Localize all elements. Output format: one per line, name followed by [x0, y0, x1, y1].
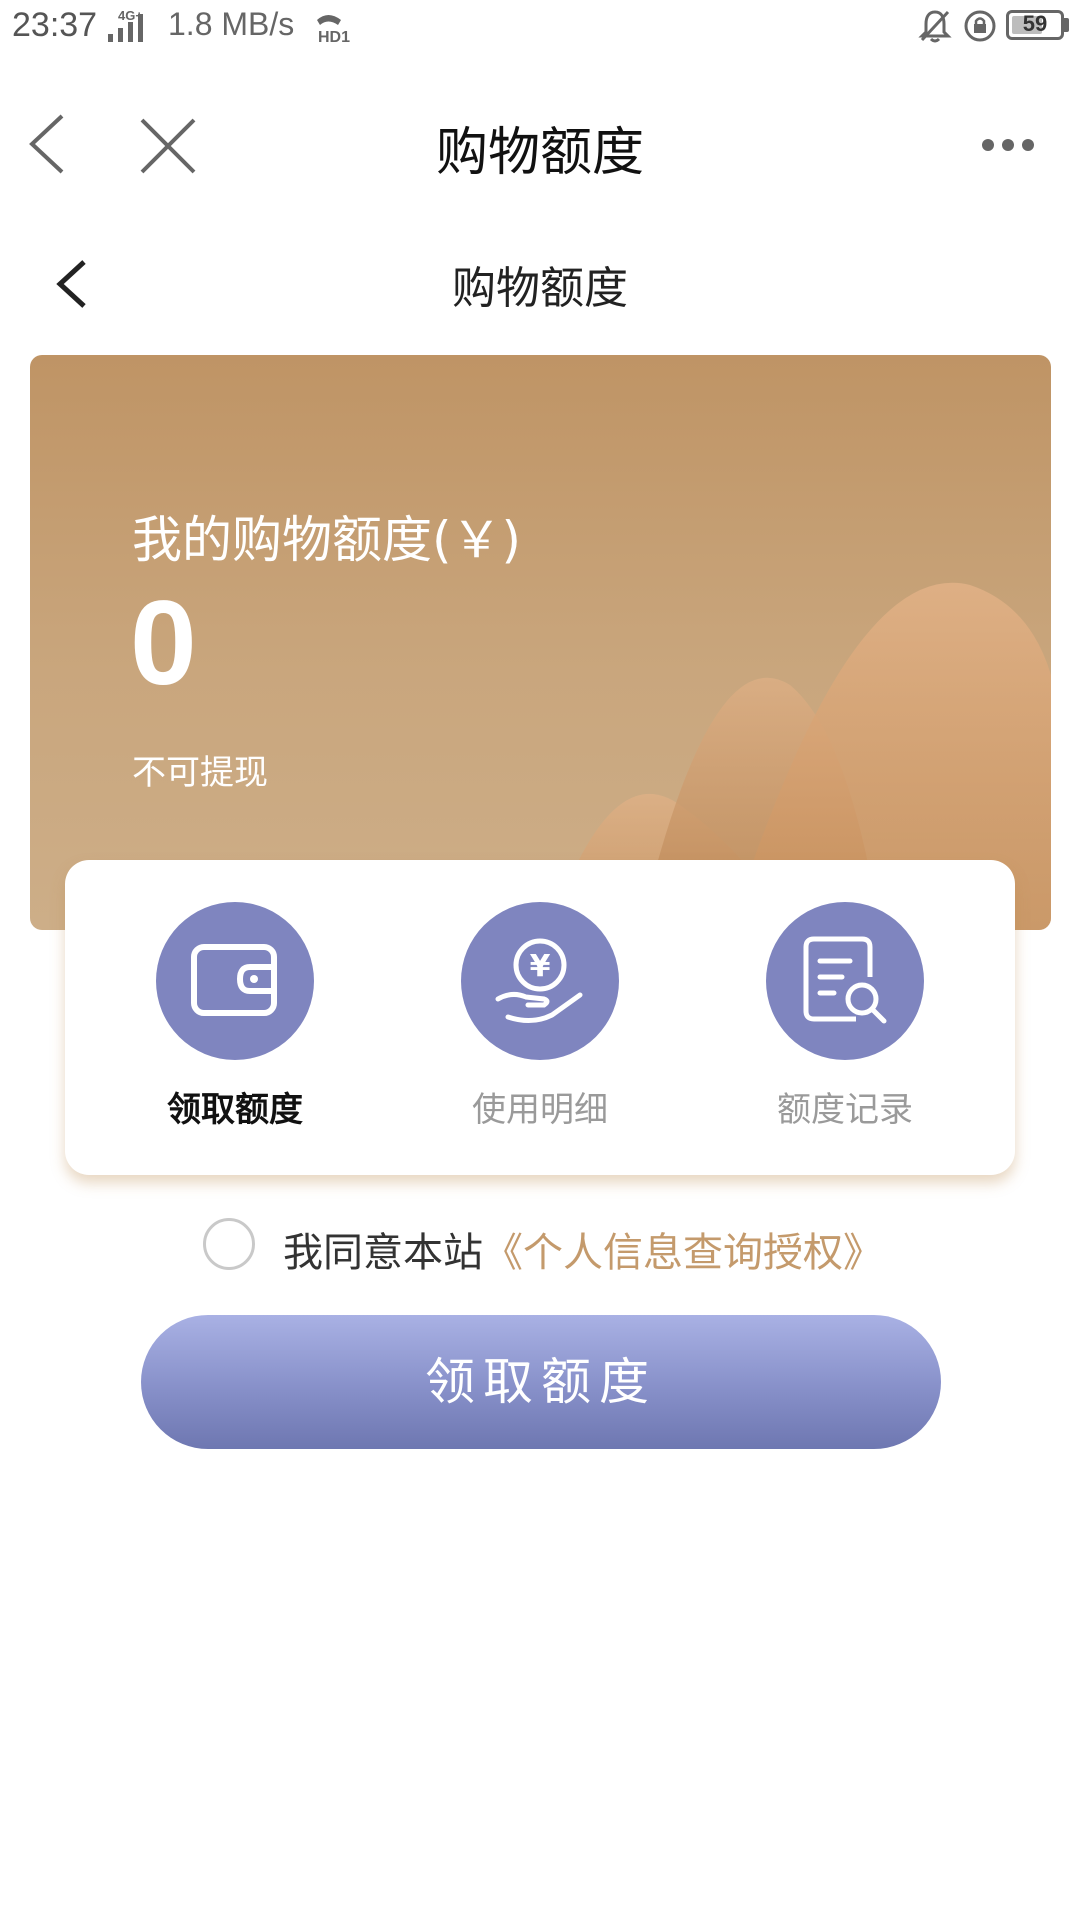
battery-icon: 59: [1006, 10, 1064, 40]
rotation-lock-icon: [962, 8, 998, 48]
wallet-icon: [156, 902, 314, 1060]
quota-record-action[interactable]: 额度记录: [745, 902, 945, 1131]
hd-label: HD1: [318, 29, 350, 44]
agreement-text: 我同意本站《个人信息查询授权》: [283, 1220, 883, 1278]
quota-value: 0: [130, 576, 197, 710]
quota-note: 不可提现: [132, 753, 268, 793]
quota-label: 我的购物额度(￥): [132, 511, 522, 569]
page-title: 购物额度: [452, 263, 628, 314]
more-icon[interactable]: [980, 137, 1036, 157]
battery-tip: [1064, 18, 1069, 32]
action-label: 额度记录: [777, 1090, 913, 1130]
hd-call-icon: HD1: [314, 10, 364, 48]
agreement-checkbox[interactable]: [203, 1218, 255, 1270]
document-search-icon: [766, 902, 924, 1060]
battery-level: 59: [1022, 11, 1048, 36]
agreement-prefix: 我同意本站: [283, 1230, 483, 1276]
svg-text:¥: ¥: [530, 949, 551, 984]
network-speed: 1.8 MB/s: [168, 6, 295, 42]
quota-card: 我的购物额度(￥) 0 不可提现: [30, 355, 1051, 930]
yuan-hand-icon: ¥: [461, 902, 619, 1060]
actions-panel: 领取额度 ¥ 使用明细 额度记录: [65, 860, 1015, 1175]
claim-quota-button[interactable]: 领取额度: [141, 1315, 941, 1449]
claim-quota-action[interactable]: 领取额度: [135, 902, 335, 1131]
status-bar: 23:37 4G+ 1.8 MB/s HD1 59: [0, 0, 1080, 56]
status-time: 23:37: [12, 6, 98, 44]
privacy-authorization-link[interactable]: 《个人信息查询授权》: [483, 1230, 883, 1276]
action-label: 使用明细: [472, 1090, 608, 1130]
action-label: 领取额度: [167, 1090, 303, 1130]
bell-off-icon: [918, 8, 952, 48]
browser-title: 购物额度: [435, 123, 644, 183]
usage-detail-action[interactable]: ¥ 使用明细: [440, 902, 640, 1131]
signal-icon: 4G+: [104, 6, 164, 50]
